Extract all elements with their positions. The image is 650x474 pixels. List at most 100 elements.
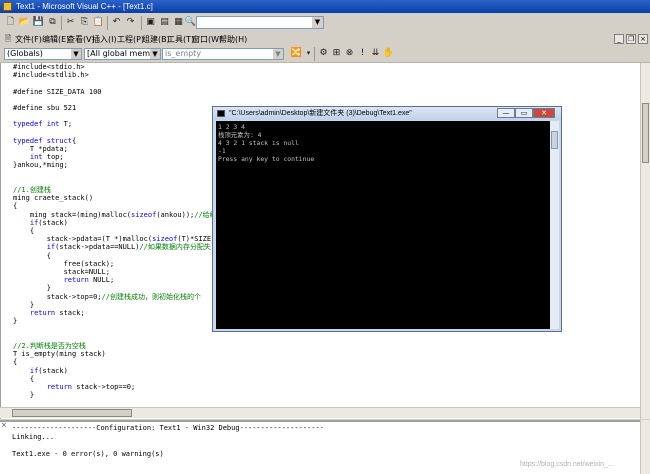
stop-build-icon[interactable]: ⊗ xyxy=(343,47,356,60)
filter-combo[interactable]: [All global members ▼ xyxy=(84,48,161,60)
code-line[interactable]: { xyxy=(13,202,17,210)
paste-icon[interactable]: 📋 xyxy=(92,16,105,29)
standard-toolbar: 🗋 📂 💾 ⧉ ✂ ⎘ 📋 ↶ ↷ ▣ ▤ ▦ 🔍 ▼ xyxy=(0,13,650,34)
execute-icon[interactable]: ! xyxy=(356,47,369,60)
code-line[interactable]: typedef int T; xyxy=(13,120,72,128)
console-vertical-scrollbar[interactable] xyxy=(550,121,559,329)
code-line[interactable]: if(stack) xyxy=(13,219,68,227)
mdi-close-button[interactable]: × xyxy=(638,34,648,44)
code-line[interactable]: { xyxy=(13,252,51,260)
undo-icon[interactable]: ↶ xyxy=(110,16,123,29)
menu-view[interactable]: 查看(V) xyxy=(67,34,95,45)
source-code[interactable]: #include<stdio.h> #include<stdlib.h> #de… xyxy=(13,63,220,399)
code-line[interactable]: ming stack=(ming)malloc(sizeof(ankou));/… xyxy=(13,211,217,219)
console-title-bar[interactable]: "C:\Users\admin\Desktop\新建文件夹 (3)\Debug\… xyxy=(213,107,561,120)
code-line[interactable]: } xyxy=(13,317,17,325)
code-line[interactable]: if(stack->pdata==NULL)//如果数据内存分配失 xyxy=(13,243,211,251)
code-token: T is_empty(ming stack) xyxy=(13,350,106,359)
code-token: }ankou,*ming; xyxy=(13,161,68,170)
code-line[interactable]: T *pdata; xyxy=(13,145,68,153)
menu-project[interactable]: 工程(P) xyxy=(117,34,144,45)
document-icon: 🗎 xyxy=(4,33,12,43)
chevron-down-icon[interactable]: ▼ xyxy=(150,49,160,59)
menu-build[interactable]: 组建(B) xyxy=(142,34,170,45)
code-token: #define sbu 521 xyxy=(13,104,77,113)
code-line[interactable]: } xyxy=(13,301,34,309)
compile-icon[interactable]: ⚙ xyxy=(317,47,330,60)
member-combo[interactable]: is_empty ▼ xyxy=(162,48,284,60)
workspace-icon[interactable]: ▣ xyxy=(144,16,157,29)
save-icon[interactable]: 💾 xyxy=(32,16,45,29)
mdi-restore-button[interactable]: ❐ xyxy=(626,34,636,44)
editor-vertical-scrollbar[interactable] xyxy=(640,63,650,419)
chevron-down-icon[interactable]: ▼ xyxy=(71,49,81,59)
go-icon[interactable]: ⇊ xyxy=(369,47,382,60)
console-maximize-button[interactable]: ▭ xyxy=(515,108,533,118)
output-pane-close-icon[interactable]: × xyxy=(1,421,9,429)
code-keyword: typedef xyxy=(13,120,43,129)
code-line[interactable]: #define sbu 521 xyxy=(13,104,76,112)
editor-horizontal-scrollbar[interactable] xyxy=(0,407,640,418)
toolbar-separator xyxy=(61,16,62,30)
build-icon[interactable]: ⊞ xyxy=(330,47,343,60)
menu-tools[interactable]: 工具(T) xyxy=(167,34,194,45)
code-line[interactable]: { xyxy=(13,358,17,366)
code-line[interactable]: if(stack) xyxy=(13,367,68,375)
chevron-down-icon[interactable]: ▼ xyxy=(273,49,283,59)
console-minimize-button[interactable]: — xyxy=(497,108,515,118)
code-token: { xyxy=(13,358,18,367)
find-combo[interactable]: ▼ xyxy=(196,16,324,29)
code-line[interactable]: typedef struct{ xyxy=(13,137,76,145)
code-line[interactable]: stack=NULL; xyxy=(13,268,110,276)
console-line: 4 3 2 1 stack is null xyxy=(218,139,299,147)
code-line[interactable]: return NULL; xyxy=(13,276,115,284)
code-line[interactable]: } xyxy=(13,391,34,399)
code-line[interactable]: #define SIZE_DATA 100 xyxy=(13,88,102,96)
output-window-icon[interactable]: ▤ xyxy=(158,16,171,29)
code-token: } xyxy=(13,300,35,309)
save-all-icon[interactable]: ⧉ xyxy=(46,16,59,29)
code-token: ming stack=(ming)malloc( xyxy=(13,210,132,219)
cut-icon[interactable]: ✂ xyxy=(64,16,77,29)
open-folder-icon[interactable]: 📂 xyxy=(18,16,31,29)
code-line[interactable]: stack->top=0;//创建栈成功，则初始化栈的个 xyxy=(13,293,201,301)
menu-edit[interactable]: 编辑(E) xyxy=(42,34,69,45)
code-line[interactable]: } xyxy=(13,284,51,292)
code-line[interactable]: #include<stdlib.h> xyxy=(13,71,89,79)
new-file-icon[interactable]: 🗋 xyxy=(4,16,17,29)
code-line[interactable]: { xyxy=(13,375,34,383)
redo-icon[interactable]: ↷ xyxy=(124,16,137,29)
code-token: #include<stdio.h> xyxy=(13,63,85,71)
wizard-bar: (Globals) ▼ [All global members ▼ is_emp… xyxy=(0,46,650,63)
scrollbar-thumb[interactable] xyxy=(642,103,649,163)
code-line[interactable]: return stack->top==0; xyxy=(13,383,136,391)
console-window[interactable]: "C:\Users\admin\Desktop\新建文件夹 (3)\Debug\… xyxy=(212,106,562,332)
console-line: 栈顶元素为: 4 xyxy=(218,131,262,139)
menu-insert[interactable]: 插入(I) xyxy=(92,34,117,45)
console-output-area[interactable]: 1 2 3 4 栈顶元素为: 4 4 3 2 1 stack is null -… xyxy=(216,121,550,329)
code-line[interactable]: //1.创建栈 xyxy=(13,186,51,194)
console-close-button[interactable]: ✕ xyxy=(533,108,555,118)
code-line[interactable]: #include<stdio.h> xyxy=(13,63,85,71)
code-line[interactable]: free(stack); xyxy=(13,260,115,268)
breakpoint-icon[interactable]: ✋ xyxy=(382,47,395,60)
scrollbar-thumb[interactable] xyxy=(551,131,558,149)
code-line[interactable]: }ankou,*ming; xyxy=(13,161,68,169)
menu-file[interactable]: 文件(F) xyxy=(15,34,42,45)
output-vertical-scrollbar[interactable] xyxy=(640,420,650,474)
code-comment: //2.判断栈是否为空栈 xyxy=(13,341,86,350)
code-line[interactable]: T is_empty(ming stack) xyxy=(13,350,106,358)
scrollbar-thumb[interactable] xyxy=(12,409,132,417)
code-line[interactable]: //2.判断栈是否为空栈 xyxy=(13,342,86,350)
code-line[interactable]: int top; xyxy=(13,153,64,161)
class-combo[interactable]: (Globals) ▼ xyxy=(4,48,82,60)
code-line[interactable]: ming craete_stack() xyxy=(13,194,93,202)
menu-help[interactable]: 帮助(H) xyxy=(219,34,247,45)
menu-window[interactable]: 窗口(W) xyxy=(192,34,222,45)
copy-icon[interactable]: ⎘ xyxy=(78,16,91,29)
code-line[interactable]: { xyxy=(13,227,34,235)
code-line[interactable]: return stack; xyxy=(13,309,85,317)
code-token: T; xyxy=(59,120,73,129)
chevron-down-icon[interactable]: ▼ xyxy=(312,17,323,28)
mdi-minimize-button[interactable]: _ xyxy=(614,34,624,44)
